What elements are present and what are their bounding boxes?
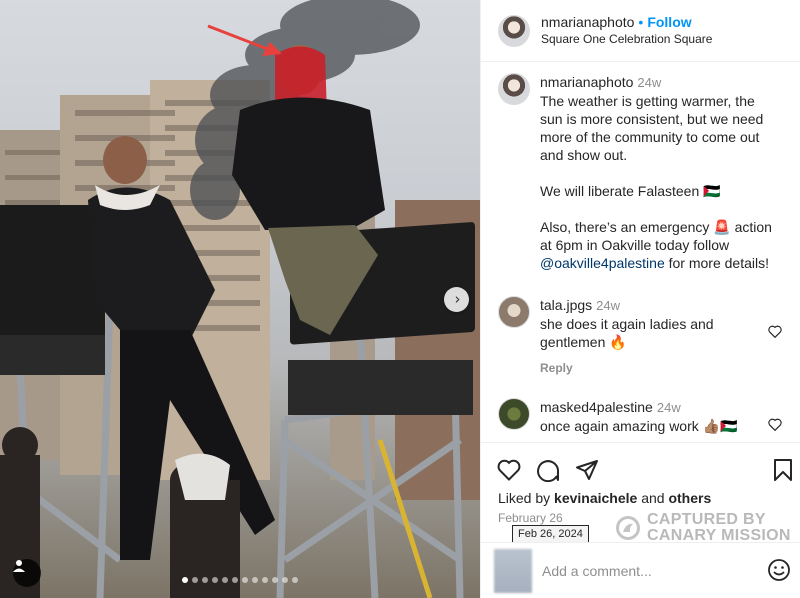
carousel-dot [222,577,228,583]
comment-text: The weather is getting warmer, the sun i… [540,92,780,272]
likes-summary: Liked by kevinaichele and others [498,490,711,506]
carousel-indicator [0,577,480,583]
post-location[interactable]: Square One Celebration Square [541,31,712,47]
post-header: nmarianaphoto • Follow Square One Celebrat… [481,0,800,62]
carousel-dot [192,577,198,583]
carousel-dot [212,577,218,583]
comments-list[interactable]: nmarianaphoto 24w The weather is getting … [481,63,800,441]
canary-logo-icon [616,516,640,540]
author-username[interactable]: nmarianaphoto [541,14,634,30]
comment-timestamp[interactable]: 24w [637,75,661,90]
post-side-panel: nmarianaphoto • Follow Square One Celebrat… [480,0,800,598]
carousel-dot [292,577,298,583]
add-comment-bar [481,542,800,598]
carousel-dot [272,577,278,583]
save-button[interactable] [773,458,793,482]
comment-input[interactable] [542,562,762,579]
comment-username[interactable]: nmarianaphoto [540,74,633,90]
comment-timestamp[interactable]: 24w [657,400,681,415]
commenter-avatar[interactable] [498,398,530,430]
carousel-dot [242,577,248,583]
carousel-dot [262,577,268,583]
share-icon [576,460,598,480]
list-item: tala.jpgs 24w she does it again ladies an… [498,296,798,377]
mention-link[interactable]: @oakville4palestine [540,255,665,271]
comment-button[interactable] [536,458,560,482]
post-date[interactable]: February 26 [498,511,563,525]
chevron-right-icon: › [454,290,461,308]
carousel-dot [182,577,188,583]
liked-by-others[interactable]: others [668,490,711,506]
viewer-avatar [494,548,532,593]
post-actions: Liked by kevinaichele and others Februar… [481,442,800,554]
caption-text: The weather is getting warmer, the sun i… [540,93,772,253]
canary-mission-watermark: CAPTURED BY CANARY MISSION [615,512,791,544]
comment-timestamp[interactable]: 24w [596,298,620,313]
heart-icon [497,459,521,481]
post-photo[interactable]: › [0,0,480,598]
date-tooltip: Feb 26, 2024 [512,525,589,543]
caption-text-end: for more details! [664,255,769,271]
comment-text: once again amazing work 👍🏽🇵🇸 [540,418,738,434]
liked-by-and: and [641,490,665,506]
carousel-next-button[interactable]: › [444,287,469,312]
reply-button[interactable]: Reply [540,359,780,377]
heart-icon[interactable] [768,418,782,431]
user-tag-icon [13,560,25,572]
carousel-dot [252,577,258,583]
photo-scene [0,0,480,598]
comment-icon [537,460,559,482]
list-item: masked4palestine 24w once again amazing w… [498,398,798,435]
header-separator: • [638,14,644,30]
follow-button[interactable]: Follow [647,14,691,30]
comment-username[interactable]: masked4palestine [540,399,653,415]
liked-by-prefix: Liked by [498,490,551,506]
carousel-dot [202,577,208,583]
commenter-avatar[interactable] [498,296,530,328]
share-button[interactable] [575,458,599,482]
commenter-avatar[interactable] [498,73,530,105]
bookmark-icon [774,459,792,481]
carousel-dot [282,577,288,583]
carousel-dot [232,577,238,583]
liked-by-user[interactable]: kevinaichele [554,490,637,506]
like-button[interactable] [497,459,521,481]
watermark-line-1: CAPTURED BY [647,511,766,528]
caption-comment: nmarianaphoto 24w The weather is getting … [498,73,798,272]
emoji-icon[interactable] [767,558,791,582]
comment-username[interactable]: tala.jpgs [540,297,592,313]
comment-text: she does it again ladies and gentlemen 🔥 [540,316,718,350]
heart-icon[interactable] [768,325,782,338]
author-avatar[interactable] [498,14,530,47]
